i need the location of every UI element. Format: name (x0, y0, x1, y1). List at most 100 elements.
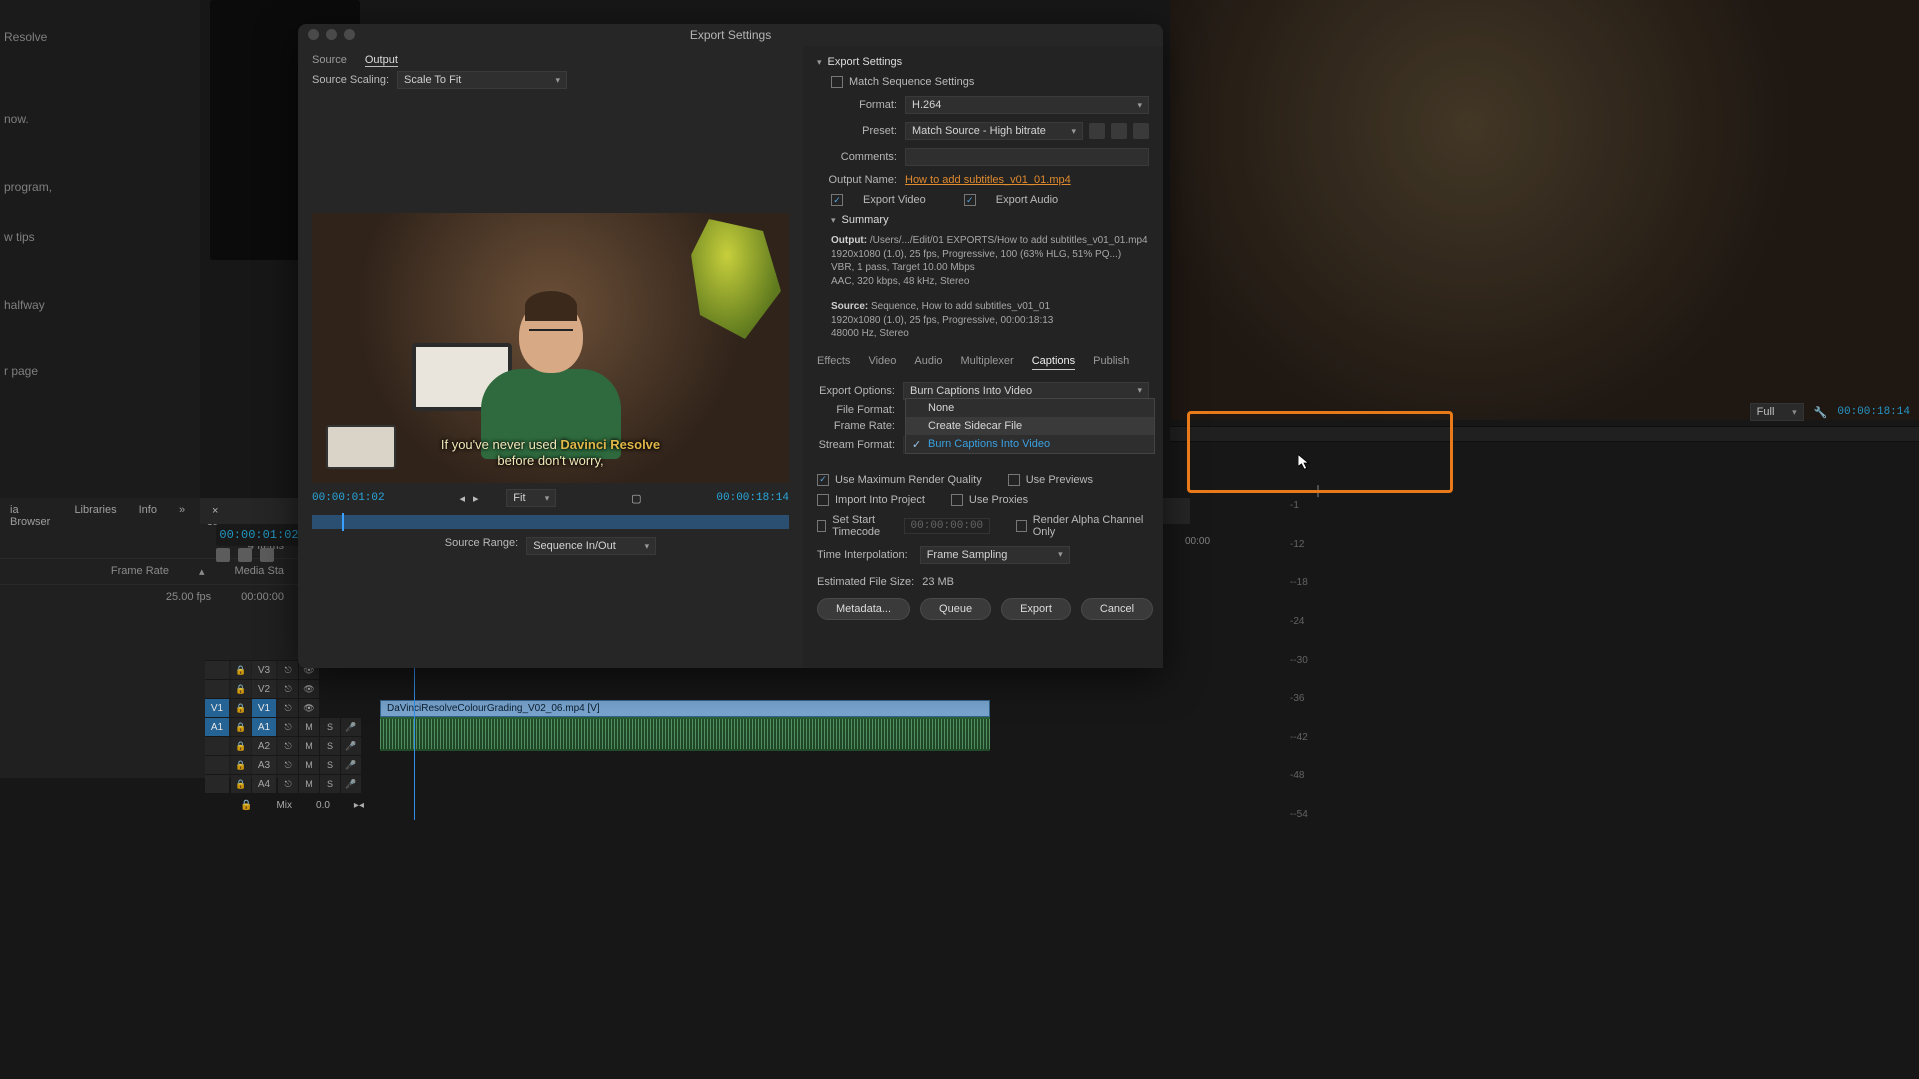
output-name-link[interactable]: How to add subtitles_v01_01.mp4 (905, 174, 1149, 186)
match-sequence-checkbox[interactable] (831, 76, 843, 88)
browser-row[interactable]: 25.00 fps 00:00:00 (0, 584, 298, 609)
format-dropdown[interactable]: H.264 (905, 96, 1149, 114)
mic-icon[interactable]: 🎤 (341, 756, 361, 774)
timeline-tool-icons[interactable] (216, 548, 274, 562)
sync-lock-icon[interactable]: ⎋ (278, 775, 298, 793)
sync-lock-icon[interactable]: ⎋ (278, 661, 298, 679)
fit-dropdown[interactable]: Fit (506, 489, 556, 507)
sync-lock-icon[interactable]: ⎋ (278, 680, 298, 698)
sync-lock-icon[interactable]: ⎋ (278, 756, 298, 774)
track-source-label[interactable] (205, 661, 229, 679)
track-source-label[interactable]: V1 (205, 699, 229, 717)
lock-icon[interactable]: 🔒 (231, 680, 251, 698)
start-tc-input[interactable]: 00:00:00:00 (904, 518, 991, 534)
preview-transport[interactable]: 00:00:01:02 ◂ ▸ Fit ▢ 00:00:18:14 (298, 483, 803, 513)
aspect-icon[interactable]: ▢ (631, 492, 641, 505)
zoom-dropdown[interactable]: Full (1750, 403, 1804, 421)
use-proxies-checkbox[interactable] (951, 494, 963, 506)
track-target[interactable]: V1 (252, 699, 276, 717)
max-quality-checkbox[interactable] (817, 474, 829, 486)
import-project-checkbox[interactable] (817, 494, 829, 506)
export-options-dropdown-open[interactable]: None Create Sidecar File Burn Captions I… (905, 398, 1155, 454)
col-framerate[interactable]: Frame Rate (111, 565, 169, 578)
cancel-button[interactable]: Cancel (1081, 598, 1153, 620)
browser-tab[interactable]: Libraries (74, 504, 116, 528)
preview-scrubber[interactable] (312, 515, 789, 529)
lock-icon[interactable]: 🔒 (231, 756, 251, 774)
play-icon[interactable]: ▸ (473, 492, 479, 505)
mic-icon[interactable]: 🎤 (341, 718, 361, 736)
sync-lock-icon[interactable]: ⎋ (278, 737, 298, 755)
subtab-audio[interactable]: Audio (914, 355, 942, 370)
mix-value[interactable]: 0.0 (316, 800, 330, 811)
window-traffic-lights[interactable] (308, 29, 355, 40)
mute-button[interactable]: M (299, 756, 319, 774)
program-ruler[interactable] (1170, 426, 1919, 442)
track-row[interactable]: 🔒 A3 ⎋ M S 🎤 (205, 755, 1195, 774)
eye-icon[interactable]: 👁 (299, 680, 319, 698)
settings-subtabs[interactable]: Effects Video Audio Multiplexer Captions… (817, 355, 1149, 370)
in-timecode[interactable]: 00:00:01:02 (312, 492, 385, 504)
scrubber-playhead[interactable] (342, 513, 344, 531)
export-settings-header[interactable]: Export Settings (817, 56, 1149, 68)
track-row[interactable]: 🔒 A4 ⎋ M S 🎤 (205, 774, 1195, 793)
mix-track[interactable]: 🔒 Mix 0.0 ▸◂ (240, 800, 364, 811)
delete-preset-icon[interactable] (1133, 123, 1149, 139)
tab-output[interactable]: Output (365, 54, 398, 67)
source-range-dropdown[interactable]: Sequence In/Out (526, 537, 656, 555)
timeline-timecode[interactable]: 00:00:01:02 (216, 524, 302, 546)
subtab-captions[interactable]: Captions (1032, 355, 1075, 370)
export-video-checkbox[interactable] (831, 194, 843, 206)
minimize-icon[interactable] (326, 29, 337, 40)
track-target[interactable]: A2 (252, 737, 276, 755)
summary-header[interactable]: Summary (831, 214, 1149, 226)
lock-icon[interactable]: 🔒 (231, 737, 251, 755)
preset-dropdown[interactable]: Match Source - High bitrate (905, 122, 1083, 140)
overwrite-icon[interactable] (238, 548, 252, 562)
track-target[interactable]: A4 (252, 775, 276, 793)
sync-lock-icon[interactable]: ⎋ (278, 699, 298, 717)
solo-button[interactable]: S (320, 756, 340, 774)
maximize-icon[interactable] (344, 29, 355, 40)
track-target[interactable]: V2 (252, 680, 276, 698)
program-toolbar[interactable]: Full 🔧 00:00:18:14 (1170, 398, 1919, 426)
browser-tab[interactable]: ia Browser (10, 504, 52, 528)
mute-button[interactable]: M (299, 718, 319, 736)
import-preset-icon[interactable] (1111, 123, 1127, 139)
track-target[interactable]: A1 (252, 718, 276, 736)
out-timecode[interactable]: 00:00:18:14 (716, 492, 789, 504)
subtab-publish[interactable]: Publish (1093, 355, 1129, 370)
step-back-icon[interactable]: ◂ (459, 492, 465, 505)
dialog-titlebar[interactable]: Export Settings (298, 24, 1163, 46)
alpha-only-checkbox[interactable] (1016, 520, 1027, 532)
track-target[interactable]: A3 (252, 756, 276, 774)
use-previews-checkbox[interactable] (1008, 474, 1020, 486)
track-source-label[interactable]: A1 (205, 718, 229, 736)
program-timecode[interactable]: 00:00:18:14 (1837, 406, 1910, 418)
tab-source[interactable]: Source (312, 54, 347, 67)
time-interp-dropdown[interactable]: Frame Sampling (920, 546, 1070, 564)
comments-input[interactable] (905, 148, 1149, 166)
browser-tab[interactable]: Info (139, 504, 157, 528)
save-preset-icon[interactable] (1089, 123, 1105, 139)
dropdown-item-sidecar[interactable]: Create Sidecar File (906, 417, 1154, 435)
track-target[interactable]: V3 (252, 661, 276, 679)
col-media[interactable]: Media Sta (234, 565, 284, 578)
solo-button[interactable]: S (320, 718, 340, 736)
dropdown-item-none[interactable]: None (906, 399, 1154, 417)
export-button[interactable]: Export (1001, 598, 1071, 620)
queue-button[interactable]: Queue (920, 598, 991, 620)
extract-icon[interactable] (260, 548, 274, 562)
add-effect-icon[interactable]: ＋ (1310, 478, 1326, 502)
export-audio-checkbox[interactable] (964, 194, 976, 206)
lock-icon[interactable]: 🔒 (231, 699, 251, 717)
mute-button[interactable]: M (299, 775, 319, 793)
insert-icon[interactable] (216, 548, 230, 562)
sync-lock-icon[interactable]: ⎋ (278, 718, 298, 736)
audio-clip[interactable] (380, 717, 990, 751)
solo-button[interactable]: S (320, 775, 340, 793)
subtab-effects[interactable]: Effects (817, 355, 850, 370)
track-source-label[interactable] (205, 737, 229, 755)
metadata-button[interactable]: Metadata... (817, 598, 910, 620)
lock-icon[interactable]: 🔒 (231, 661, 251, 679)
